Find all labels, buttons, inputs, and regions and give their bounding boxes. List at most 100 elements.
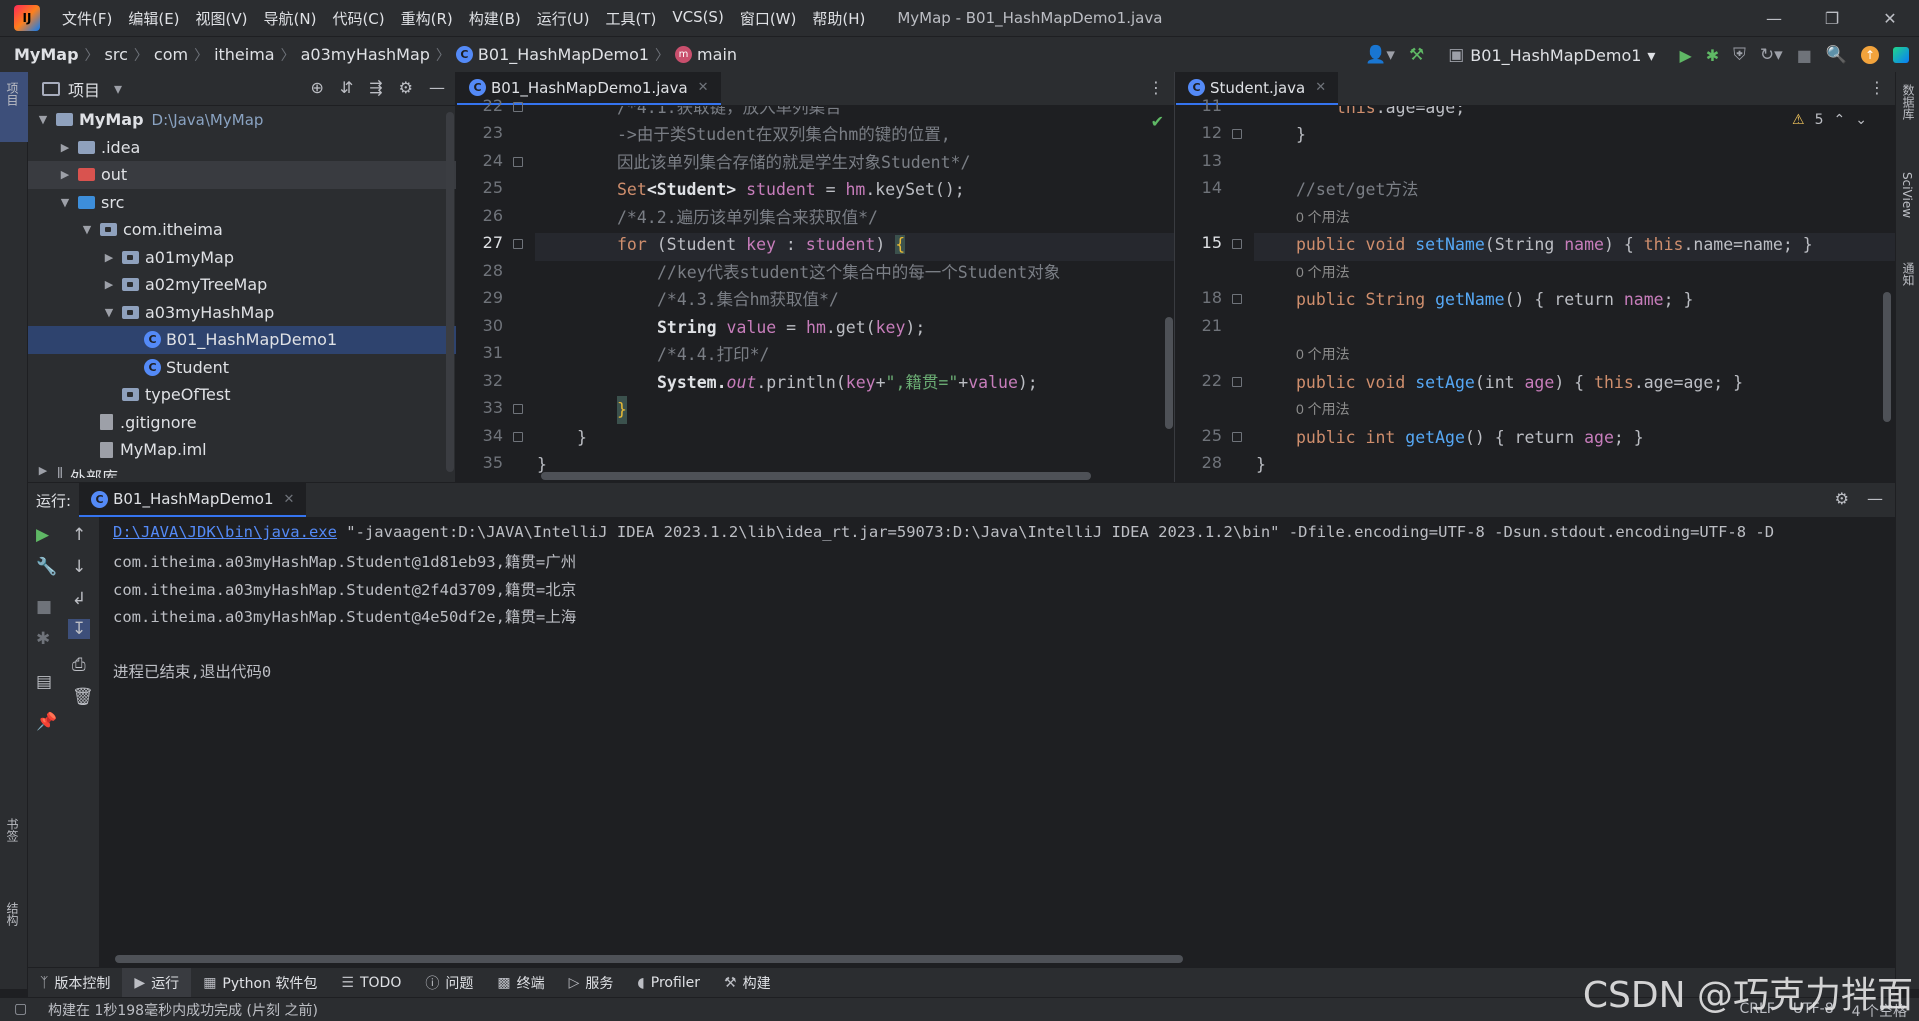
soft-wrap-icon[interactable]: ↲: [72, 589, 86, 609]
tree-node-root[interactable]: ▼ MyMap D:\Java\MyMap: [28, 106, 456, 134]
locate-icon[interactable]: ⊕: [310, 78, 323, 97]
fold-icon[interactable]: [513, 239, 523, 249]
fold-icon[interactable]: [1232, 377, 1242, 387]
tree-node-file[interactable]: MyMap.iml: [28, 436, 456, 464]
panel-toggle-icon[interactable]: ▢: [14, 1001, 27, 1017]
database-tool-button[interactable]: 数据库: [1900, 84, 1917, 120]
collapse-all-icon[interactable]: ⇶: [369, 78, 382, 97]
update-icon[interactable]: ↑: [1861, 46, 1879, 64]
bookmarks-tool-button[interactable]: 书签: [4, 818, 21, 842]
tree-node-class[interactable]: C Student: [28, 354, 456, 382]
coverage-icon[interactable]: ⛨: [1733, 45, 1746, 65]
expand-all-icon[interactable]: ⇵: [340, 78, 353, 97]
check-icon[interactable]: ✔: [1151, 112, 1164, 131]
menu-window[interactable]: 窗口(W): [732, 8, 805, 29]
scrollbar[interactable]: [446, 112, 454, 472]
fold-icon[interactable]: [513, 157, 523, 167]
scrollbar[interactable]: [115, 955, 1183, 963]
menu-refactor[interactable]: 重构(R): [393, 8, 461, 29]
structure-tool-button[interactable]: 结构: [4, 902, 21, 926]
tree-node-src[interactable]: ▼ src: [28, 189, 456, 217]
tree-node-package[interactable]: ▶ a01myMap: [28, 244, 456, 272]
gear-icon[interactable]: ⚙: [1835, 489, 1849, 508]
menu-file[interactable]: 文件(F): [54, 8, 120, 29]
usage-hint[interactable]: 0 个用法: [1296, 259, 1350, 287]
scrollbar[interactable]: [541, 472, 1091, 480]
tree-node-package[interactable]: ▼ com.itheima: [28, 216, 456, 244]
breadcrumb-src[interactable]: src: [105, 45, 128, 64]
status-message[interactable]: 构建在 1秒198毫秒内成功完成 (片刻 之前): [48, 1000, 318, 1020]
tool-version-control[interactable]: ᛉ 版本控制: [28, 968, 122, 998]
tool-profiler[interactable]: ◖ Profiler: [625, 968, 712, 998]
fold-icon[interactable]: [1232, 239, 1242, 249]
fold-icon[interactable]: [513, 102, 523, 112]
trash-icon[interactable]: 🗑: [72, 687, 94, 707]
build-hammer-icon[interactable]: ⚒: [1409, 45, 1424, 65]
breadcrumb-com[interactable]: com: [154, 45, 188, 64]
minimize-icon[interactable]: —: [1745, 0, 1803, 36]
fold-icon[interactable]: [513, 404, 523, 414]
menu-help[interactable]: 帮助(H): [804, 8, 873, 29]
stop-icon[interactable]: ■: [36, 597, 52, 617]
project-tool-button[interactable]: 项目: [4, 82, 21, 106]
chevron-down-icon[interactable]: ▾: [114, 79, 122, 98]
more-icon[interactable]: ⋮: [1869, 78, 1885, 97]
fold-icon[interactable]: [1232, 129, 1242, 139]
java-exe-link[interactable]: D:\JAVA\JDK\bin\java.exe: [113, 523, 337, 541]
hide-icon[interactable]: —: [429, 78, 445, 97]
breadcrumb-project[interactable]: MyMap: [14, 45, 79, 64]
hide-icon[interactable]: —: [1867, 489, 1883, 508]
tree-node-class[interactable]: C B01_HashMapDemo1: [28, 326, 456, 354]
pin-icon[interactable]: 📌: [36, 712, 57, 732]
tree-node-libraries[interactable]: ▶ ‖ 外部库: [28, 464, 456, 478]
close-icon[interactable]: ✕: [1861, 0, 1919, 36]
menu-edit[interactable]: 编辑(E): [120, 8, 187, 29]
tool-run[interactable]: ▶ 运行: [122, 967, 192, 998]
breadcrumb-file[interactable]: C B01_HashMapDemo1: [455, 45, 649, 64]
stop-icon[interactable]: ■: [1797, 46, 1812, 65]
tree-node-out[interactable]: ▶ out: [28, 161, 456, 189]
breadcrumb-method[interactable]: m main: [675, 45, 737, 64]
usage-hint[interactable]: 0 个用法: [1296, 396, 1350, 424]
fold-icon[interactable]: [1232, 294, 1242, 304]
code-area[interactable]: /*4.1.获取键，放入单列集合 ->由于类Student在双列集合hm的键的位…: [535, 106, 1174, 482]
tool-python-packages[interactable]: ▦ Python 软件包: [191, 968, 329, 998]
console-output[interactable]: D:\JAVA\JDK\bin\java.exe "-javaagent:D:\…: [101, 517, 1895, 967]
wrench-icon[interactable]: 🔧: [36, 557, 57, 577]
close-tab-icon[interactable]: ✕: [698, 80, 709, 95]
search-icon[interactable]: 🔍: [1826, 45, 1847, 65]
scrollbar[interactable]: [1883, 292, 1891, 422]
toolbox-icon[interactable]: [1893, 47, 1909, 63]
code-area[interactable]: this.age=age; } //set/get方法 0 个用法 public…: [1254, 106, 1895, 482]
layout-icon[interactable]: ▤: [36, 672, 52, 692]
debug-icon[interactable]: ✱: [36, 629, 50, 649]
sciview-tool-button[interactable]: SciView: [1900, 172, 1914, 218]
intellij-logo-icon[interactable]: IJ: [14, 5, 40, 31]
fold-icon[interactable]: [1232, 432, 1242, 442]
tool-terminal[interactable]: ▩ 终端: [485, 968, 556, 998]
breadcrumb-package[interactable]: a03myHashMap: [301, 45, 430, 64]
arrow-down-icon[interactable]: ↓: [72, 557, 86, 577]
project-panel-title[interactable]: 项目: [68, 77, 100, 101]
debug-icon[interactable]: ✱: [1706, 46, 1719, 65]
tree-node-package[interactable]: ▼ a03myHashMap: [28, 299, 456, 327]
menu-build[interactable]: 构建(B): [461, 8, 529, 29]
breadcrumb-itheima[interactable]: itheima: [214, 45, 275, 64]
notifications-tool-button[interactable]: 通知: [1900, 262, 1917, 286]
menu-vcs[interactable]: VCS(S): [664, 8, 731, 29]
usage-hint[interactable]: 0 个用法: [1296, 341, 1350, 369]
tree-node-idea[interactable]: ▶ .idea: [28, 134, 456, 162]
usage-hint[interactable]: 0 个用法: [1296, 204, 1350, 232]
arrow-up-icon[interactable]: ↑: [72, 525, 86, 545]
scroll-to-end-icon[interactable]: ↧: [68, 619, 91, 639]
close-tab-icon[interactable]: ✕: [284, 492, 295, 507]
menu-run[interactable]: 运行(U): [529, 8, 598, 29]
tool-services[interactable]: ▷ 服务: [557, 968, 626, 998]
tool-build[interactable]: ⚒ 构建: [712, 968, 783, 998]
menu-code[interactable]: 代码(C): [324, 8, 392, 29]
tool-problems[interactable]: ⓘ 问题: [413, 968, 485, 998]
profile-icon[interactable]: ↻▾: [1760, 45, 1783, 65]
tree-node-file[interactable]: .gitignore: [28, 409, 456, 437]
menu-tools[interactable]: 工具(T): [597, 8, 664, 29]
fold-icon[interactable]: [513, 432, 523, 442]
